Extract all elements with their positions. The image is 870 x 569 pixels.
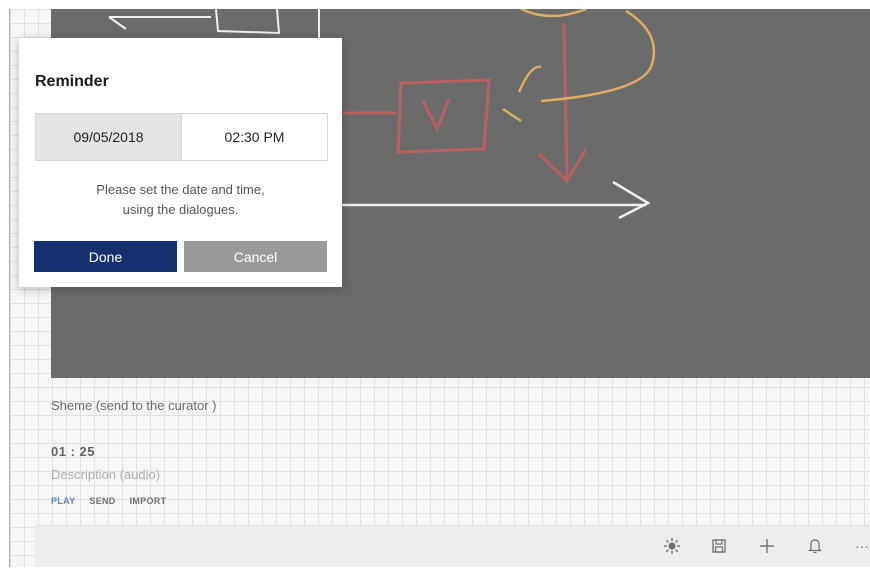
reminder-dialog: Reminder 09/05/2018 02:30 PM Please set … (19, 38, 342, 287)
done-button[interactable]: Done (34, 241, 177, 272)
dialog-title: Reminder (35, 73, 109, 90)
hint-line-2: using the dialogues. (122, 202, 239, 217)
hint-line-1: Please set the date and time, (96, 182, 265, 197)
date-time-picker: 09/05/2018 02:30 PM (35, 113, 328, 161)
dialog-hint: Please set the date and time, using the … (35, 180, 326, 220)
date-picker[interactable]: 09/05/2018 (36, 114, 182, 160)
cancel-button[interactable]: Cancel (184, 241, 327, 272)
time-picker[interactable]: 02:30 PM (182, 114, 327, 160)
